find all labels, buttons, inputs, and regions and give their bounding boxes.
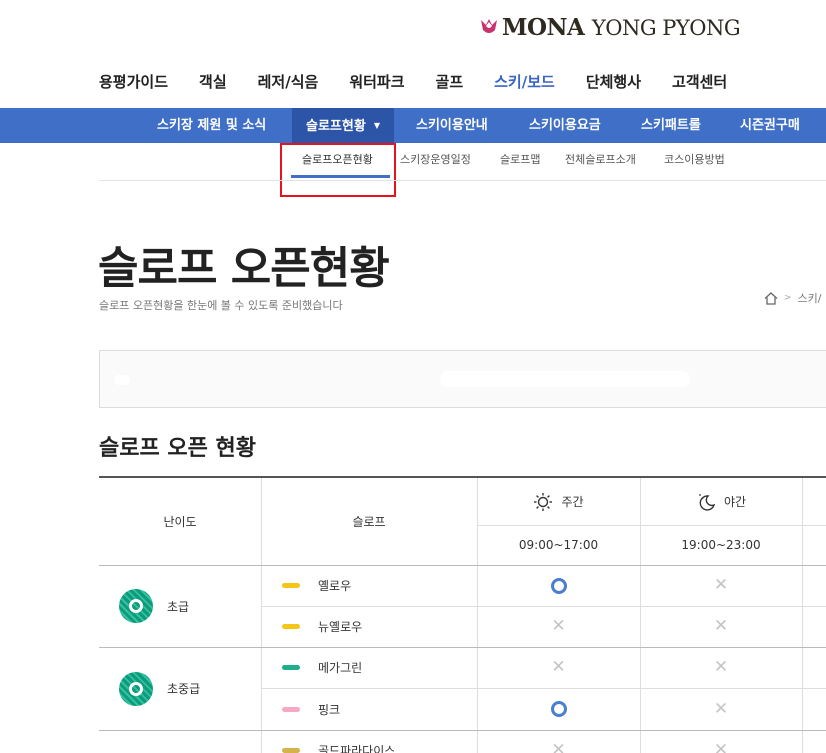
global-nav: 용평가이드 객실 레저/식음 워터파크 골프 스키/보드 단체행사 고객센터 — [99, 68, 758, 94]
status-day — [477, 688, 640, 730]
level-label: 초중급 — [167, 682, 201, 696]
local-nav: 슬로프오픈현황 스키장운영일정 슬로프맵 전체슬로프소개 코스이용방법 — [0, 151, 826, 181]
open-circle-icon — [550, 701, 567, 717]
status-day: ✕ — [477, 606, 640, 647]
header-slope: 슬로프 — [352, 515, 386, 529]
closed-x-icon: ✕ — [551, 740, 566, 753]
slope-name: 골드파라다이스 — [318, 744, 396, 753]
lnb-item-all-slopes[interactable]: 전체슬로프소개 — [565, 151, 636, 167]
gnb-item-ski[interactable]: 스키/보드 — [494, 71, 555, 92]
page-title: 슬로프 오픈현황 — [98, 243, 390, 294]
slope-cell: 옐로우 — [261, 565, 477, 606]
open-circle-icon — [550, 577, 567, 594]
slope-cell: 뉴옐로우 — [261, 606, 477, 647]
slope-color-icon — [282, 583, 300, 588]
logo-text: MONA YONG PYONG — [502, 13, 741, 41]
subnav-item-info[interactable]: 스키장 제원 및 소식 — [157, 108, 266, 143]
slope-color-icon — [282, 665, 300, 670]
closed-x-icon: ✕ — [713, 616, 729, 636]
header-day-time: 09:00~17:00 — [518, 538, 599, 552]
status-night: ✕ — [640, 565, 802, 606]
closed-x-icon: ✕ — [713, 575, 729, 595]
subnav-item-fees[interactable]: 스키이용요금 — [529, 108, 601, 143]
moon-icon — [699, 493, 716, 511]
gnb-item-leisure[interactable]: 레저/식음 — [258, 71, 319, 92]
status-night: ✕ — [640, 606, 802, 647]
redacted-text — [440, 371, 690, 387]
table-divider — [802, 478, 803, 753]
subnav-item-slope-status[interactable]: 슬로프현황 ▼ — [292, 108, 394, 143]
closed-x-icon: ✕ — [551, 616, 566, 636]
gnb-item-waterpark[interactable]: 워터파크 — [349, 71, 404, 92]
highlight-box — [280, 143, 396, 197]
status-night: ✕ — [640, 647, 802, 688]
header-night-time: 19:00~23:00 — [681, 538, 761, 552]
header-day: 주간 — [477, 478, 640, 525]
sub-nav-bar: 스키장 제원 및 소식 슬로프현황 ▼ 스키이용안내 스키이용요금 스키패트롤 시… — [0, 108, 826, 143]
logo[interactable]: MONA YONG PYONG — [478, 10, 741, 44]
gnb-item-group[interactable]: 단체행사 — [586, 71, 641, 92]
caret-down-icon: ▼ — [373, 121, 380, 130]
slope-color-icon — [282, 748, 300, 753]
sun-icon — [534, 492, 553, 511]
gnb-item-guide[interactable]: 용평가이드 — [99, 71, 168, 92]
slope-color-icon — [282, 706, 300, 712]
level-beginner: 초급 — [99, 565, 261, 647]
page-description: 슬로프 오픈현황을 한눈에 볼 수 있도록 준비했습니다 — [99, 299, 343, 312]
status-night: ✕ — [640, 688, 802, 730]
tulip-logo-icon — [481, 19, 497, 33]
gnb-item-rooms[interactable]: 객실 — [199, 71, 227, 92]
slope-cell: 골드파라다이스 — [261, 730, 477, 753]
breadcrumb-item-ski[interactable]: 스키/ — [798, 290, 822, 306]
status-night: ✕ — [640, 730, 802, 753]
home-icon[interactable] — [764, 291, 778, 305]
breadcrumb-separator: > — [784, 293, 792, 303]
slope-cell: 메가그린 — [261, 647, 477, 688]
slope-name: 옐로우 — [318, 579, 352, 593]
divider — [99, 180, 826, 181]
notice-box — [99, 350, 826, 408]
closed-x-icon: ✕ — [713, 657, 729, 677]
breadcrumb: > 스키/ — [764, 290, 822, 306]
slope-status-table: 난이도 슬로프 주간 야간 09:00~17:00 19:00~23:00 초급… — [99, 476, 826, 753]
status-day — [477, 565, 640, 606]
lnb-item-course-usage[interactable]: 코스이용방법 — [664, 151, 725, 167]
slope-color-icon — [282, 624, 300, 629]
subnav-item-season-pass[interactable]: 시즌권구매 — [740, 108, 800, 143]
status-day: ✕ — [477, 730, 640, 753]
difficulty-circle-icon — [119, 671, 153, 706]
slope-name: 핑크 — [318, 702, 341, 717]
difficulty-circle-icon — [119, 589, 153, 623]
status-day: ✕ — [477, 647, 640, 688]
closed-x-icon: ✕ — [713, 698, 729, 719]
level-beginner-intermediate: 초중급 — [99, 647, 261, 730]
subnav-item-label: 슬로프현황 — [306, 119, 366, 134]
header-day-label: 주간 — [561, 495, 584, 509]
header-night-label: 야간 — [723, 495, 747, 509]
subnav-item-patrol[interactable]: 스키패트롤 — [641, 108, 701, 143]
lnb-item-slope-map[interactable]: 슬로프맵 — [500, 151, 540, 167]
redacted-text — [114, 375, 130, 385]
gnb-item-support[interactable]: 고객센터 — [672, 71, 727, 92]
slope-name: 뉴옐로우 — [318, 620, 363, 634]
closed-x-icon: ✕ — [713, 740, 729, 753]
closed-x-icon: ✕ — [551, 657, 566, 677]
header-level: 난이도 — [163, 515, 197, 529]
subnav-item-guide[interactable]: 스키이용안내 — [416, 108, 488, 143]
slope-cell: 핑크 — [261, 688, 477, 730]
section-title: 슬로프 오픈 현황 — [99, 436, 256, 461]
slope-name: 메가그린 — [318, 661, 363, 675]
header-night: 야간 — [640, 478, 802, 525]
level-label: 초급 — [167, 599, 190, 614]
lnb-item-schedule[interactable]: 스키장운영일정 — [400, 151, 471, 167]
gnb-item-golf[interactable]: 골프 — [436, 71, 464, 92]
